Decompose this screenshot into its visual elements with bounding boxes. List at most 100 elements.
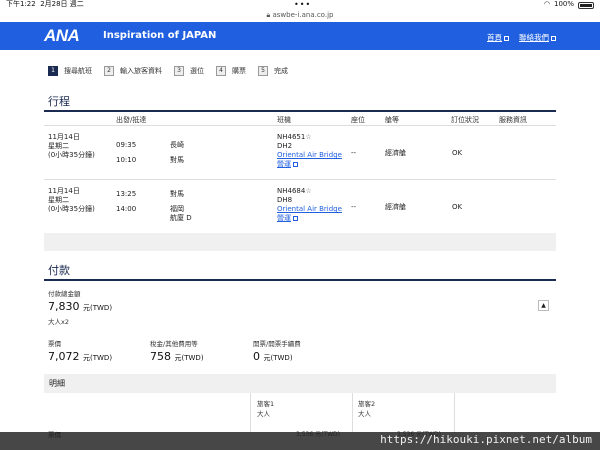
star-icon: ☆	[305, 187, 312, 195]
flight-info: NH4684☆ DH8 Oriental Air Bridge 營運	[277, 187, 342, 223]
pax2-type: 大人	[358, 410, 371, 418]
fare-label: 票價	[48, 340, 61, 348]
arr-time: 10:10	[116, 156, 137, 164]
url-bar[interactable]: 🔒︎ aswbe-i.ana.co.jp	[0, 9, 600, 22]
lock-icon: 🔒︎	[266, 11, 271, 19]
cabin-value: 經濟艙	[385, 149, 406, 157]
operated-link[interactable]: 營運	[277, 160, 291, 168]
step-label: 選位	[190, 67, 204, 75]
collapse-toggle-button[interactable]: ▲	[538, 300, 549, 311]
dep-time: 13:25	[116, 190, 137, 198]
aircraft-type: DH2	[277, 142, 293, 150]
flight-row: 11月14日 星期二 (0小時35分鐘) 13:25 對馬 14:00 福岡 航廈 D…	[44, 179, 556, 233]
total-currency: 元(TWD)	[83, 304, 113, 312]
flight-date: 11月14日 星期二 (0小時35分鐘)	[48, 187, 95, 214]
operator-link[interactable]: Oriental Air Bridge	[277, 151, 342, 159]
pax2-header: 旅客2 大人	[358, 398, 375, 418]
watermark-text: https://hikouki.pixnet.net/album	[380, 433, 592, 446]
payment-rule	[44, 279, 556, 281]
header-flight: 班機	[277, 116, 291, 124]
battery-percent: 100%	[553, 0, 574, 8]
flight-row: 11月14日 星期二 (0小時35分鐘) 09:35 長崎 10:10 對馬 NH4…	[44, 125, 556, 179]
step-number: 1	[48, 66, 58, 76]
seat-value: --	[351, 149, 357, 157]
dep-time: 09:35	[116, 141, 137, 149]
home-link-label: 首頁	[487, 33, 502, 42]
more-dots-icon[interactable]: •••	[294, 0, 311, 9]
passenger-count: 大人x2	[48, 318, 69, 326]
step-label: 完成	[274, 67, 288, 75]
flight-list: 11月14日 星期二 (0小時35分鐘) 09:35 長崎 10:10 對馬 NH4…	[44, 125, 556, 233]
flight-number: NH4651	[277, 133, 306, 141]
fee-label: 開票/開票手續費	[253, 340, 301, 348]
itinerary-rule	[44, 110, 556, 112]
pax1-label: 旅客1	[257, 400, 275, 408]
arr-city-text: 福岡	[170, 205, 184, 213]
url-text: aswbe-i.ana.co.jp	[272, 11, 334, 19]
fare-value: 7,072	[48, 350, 80, 363]
fee-amount: 0 元(TWD)	[253, 350, 293, 363]
ana-logo[interactable]: ANA	[44, 26, 80, 46]
step-1: 1 搜尋航班	[48, 66, 92, 76]
external-link-icon	[293, 215, 298, 221]
step-number: 3	[174, 66, 184, 76]
wifi-icon: ◠	[543, 0, 550, 8]
header-dep-arr: 出發/抵達	[116, 116, 147, 124]
step-number: 2	[104, 66, 114, 76]
header-seat: 座位	[351, 116, 365, 124]
home-link[interactable]: 首頁	[487, 32, 509, 43]
header-nav: 首頁 聯絡我們	[487, 32, 556, 43]
total-label: 付款總金額	[48, 290, 81, 298]
progress-steps: 1 搜尋航班 2 輸入旅客資料 3 選位 4 購票 5 完成	[48, 66, 300, 76]
step-label: 購票	[232, 67, 246, 75]
status-date: 2月28日 週二	[40, 0, 84, 8]
status-time-text: 下午1:22	[6, 0, 36, 8]
operator-link[interactable]: Oriental Air Bridge	[277, 205, 342, 213]
column-divider	[250, 393, 251, 433]
tax-value: 758	[150, 350, 171, 363]
pax1-header: 旅客1 大人	[257, 398, 274, 418]
status-time: 下午1:22 2月28日 週二	[6, 0, 84, 9]
step-number: 5	[258, 66, 268, 76]
star-icon: ☆	[305, 133, 312, 141]
contact-link[interactable]: 聯絡我們	[519, 32, 556, 43]
external-link-icon	[293, 161, 298, 167]
flight-number: NH4684	[277, 187, 306, 195]
external-link-icon	[551, 35, 556, 41]
step-number: 4	[216, 66, 226, 76]
dep-city: 長崎	[170, 141, 184, 149]
total-amount: 7,830 元(TWD)	[48, 300, 112, 313]
status-value: OK	[452, 203, 463, 211]
pax1-type: 大人	[257, 410, 270, 418]
fee-currency: 元(TWD)	[263, 354, 293, 362]
flight-info: NH4651☆ DH2 Oriental Air Bridge 營運	[277, 133, 342, 169]
external-link-icon	[504, 35, 509, 41]
aircraft-type: DH8	[277, 196, 293, 204]
fare-currency: 元(TWD)	[83, 354, 113, 362]
arr-city: 對馬	[170, 156, 184, 164]
weekday-text: 星期二	[48, 196, 69, 204]
tax-label: 稅金/其他費用等	[150, 340, 198, 348]
date-text: 11月14日	[48, 133, 80, 141]
site-header: ANA Inspiration of JAPAN 首頁 聯絡我們	[0, 22, 600, 50]
dep-city: 對馬	[170, 190, 184, 198]
fee-value: 0	[253, 350, 260, 363]
step-label: 輸入旅客資料	[120, 67, 162, 75]
step-2: 2 輸入旅客資料	[104, 66, 162, 76]
step-label: 搜尋航班	[64, 67, 92, 75]
header-status: 訂位狀況	[451, 116, 479, 124]
status-value: OK	[452, 149, 463, 157]
contact-link-label: 聯絡我們	[519, 33, 549, 42]
terminal-note: 航廈 D	[170, 214, 192, 222]
total-value: 7,830	[48, 300, 80, 313]
operated-link[interactable]: 營運	[277, 214, 291, 222]
battery-icon	[578, 1, 594, 9]
status-bar: 下午1:22 2月28日 週二 ••• ◠ 100%	[0, 0, 600, 9]
step-4: 4 購票	[216, 66, 246, 76]
status-right: ◠ 100%	[544, 0, 594, 9]
arr-time: 14:00	[116, 205, 137, 213]
header-service: 服務資訊	[499, 116, 527, 124]
tagline: Inspiration of JAPAN	[103, 30, 217, 41]
tax-amount: 758 元(TWD)	[150, 350, 204, 363]
itinerary-footer-band	[44, 233, 556, 251]
